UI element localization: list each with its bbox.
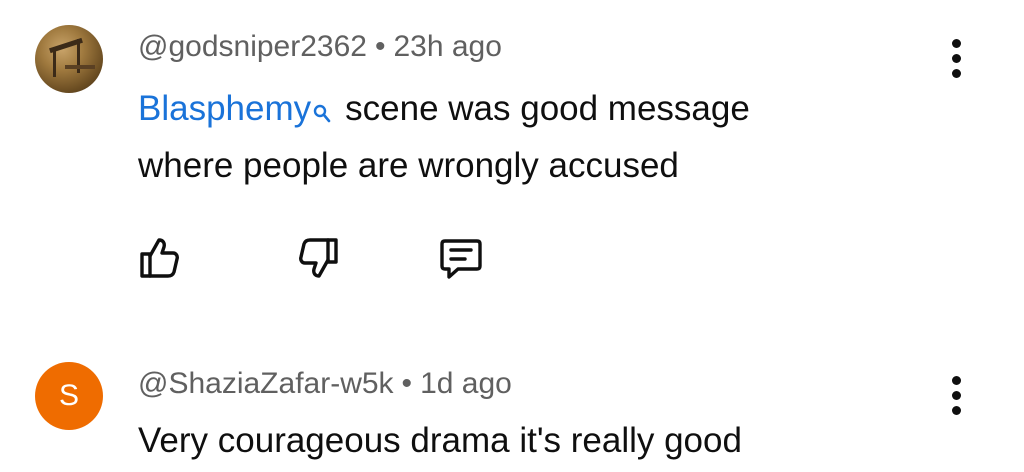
comment-text: Blasphemy scene was good message bbox=[138, 80, 750, 138]
author-name[interactable]: @ShaziaZafar-w5k bbox=[138, 367, 394, 400]
author-name[interactable]: @godsniper2362 bbox=[138, 30, 367, 63]
comment-item: S @ShaziaZafar-w5k • 1d ago Very courageou… bbox=[0, 330, 1024, 472]
thumbs-down-icon[interactable] bbox=[292, 230, 348, 286]
avatar[interactable]: S bbox=[35, 362, 103, 430]
more-vert-icon[interactable] bbox=[941, 370, 971, 420]
comment-text-line1: scene was good message bbox=[345, 89, 750, 128]
thumbs-up-icon[interactable] bbox=[130, 230, 186, 286]
comment-time: 23h ago bbox=[393, 30, 502, 63]
search-icon[interactable] bbox=[313, 84, 331, 142]
avatar[interactable] bbox=[35, 25, 103, 93]
meta-separator: • bbox=[374, 30, 386, 63]
comment-time: 1d ago bbox=[420, 367, 512, 400]
search-link[interactable]: Blasphemy bbox=[138, 89, 311, 128]
reply-icon[interactable] bbox=[433, 230, 489, 286]
comment-meta: @godsniper2362 • 23h ago bbox=[138, 30, 502, 64]
comment-meta: @ShaziaZafar-w5k • 1d ago bbox=[138, 367, 512, 401]
avatar-letter: S bbox=[58, 379, 79, 412]
comment-text-line2: where people are wrongly accused bbox=[138, 146, 679, 185]
comment-item: @godsniper2362 • 23h ago Blasphemy scene wa… bbox=[0, 0, 1024, 330]
meta-separator: • bbox=[401, 367, 413, 400]
comment-text: Very courageous drama it's really good bbox=[138, 421, 742, 460]
more-vert-icon[interactable] bbox=[941, 33, 971, 83]
